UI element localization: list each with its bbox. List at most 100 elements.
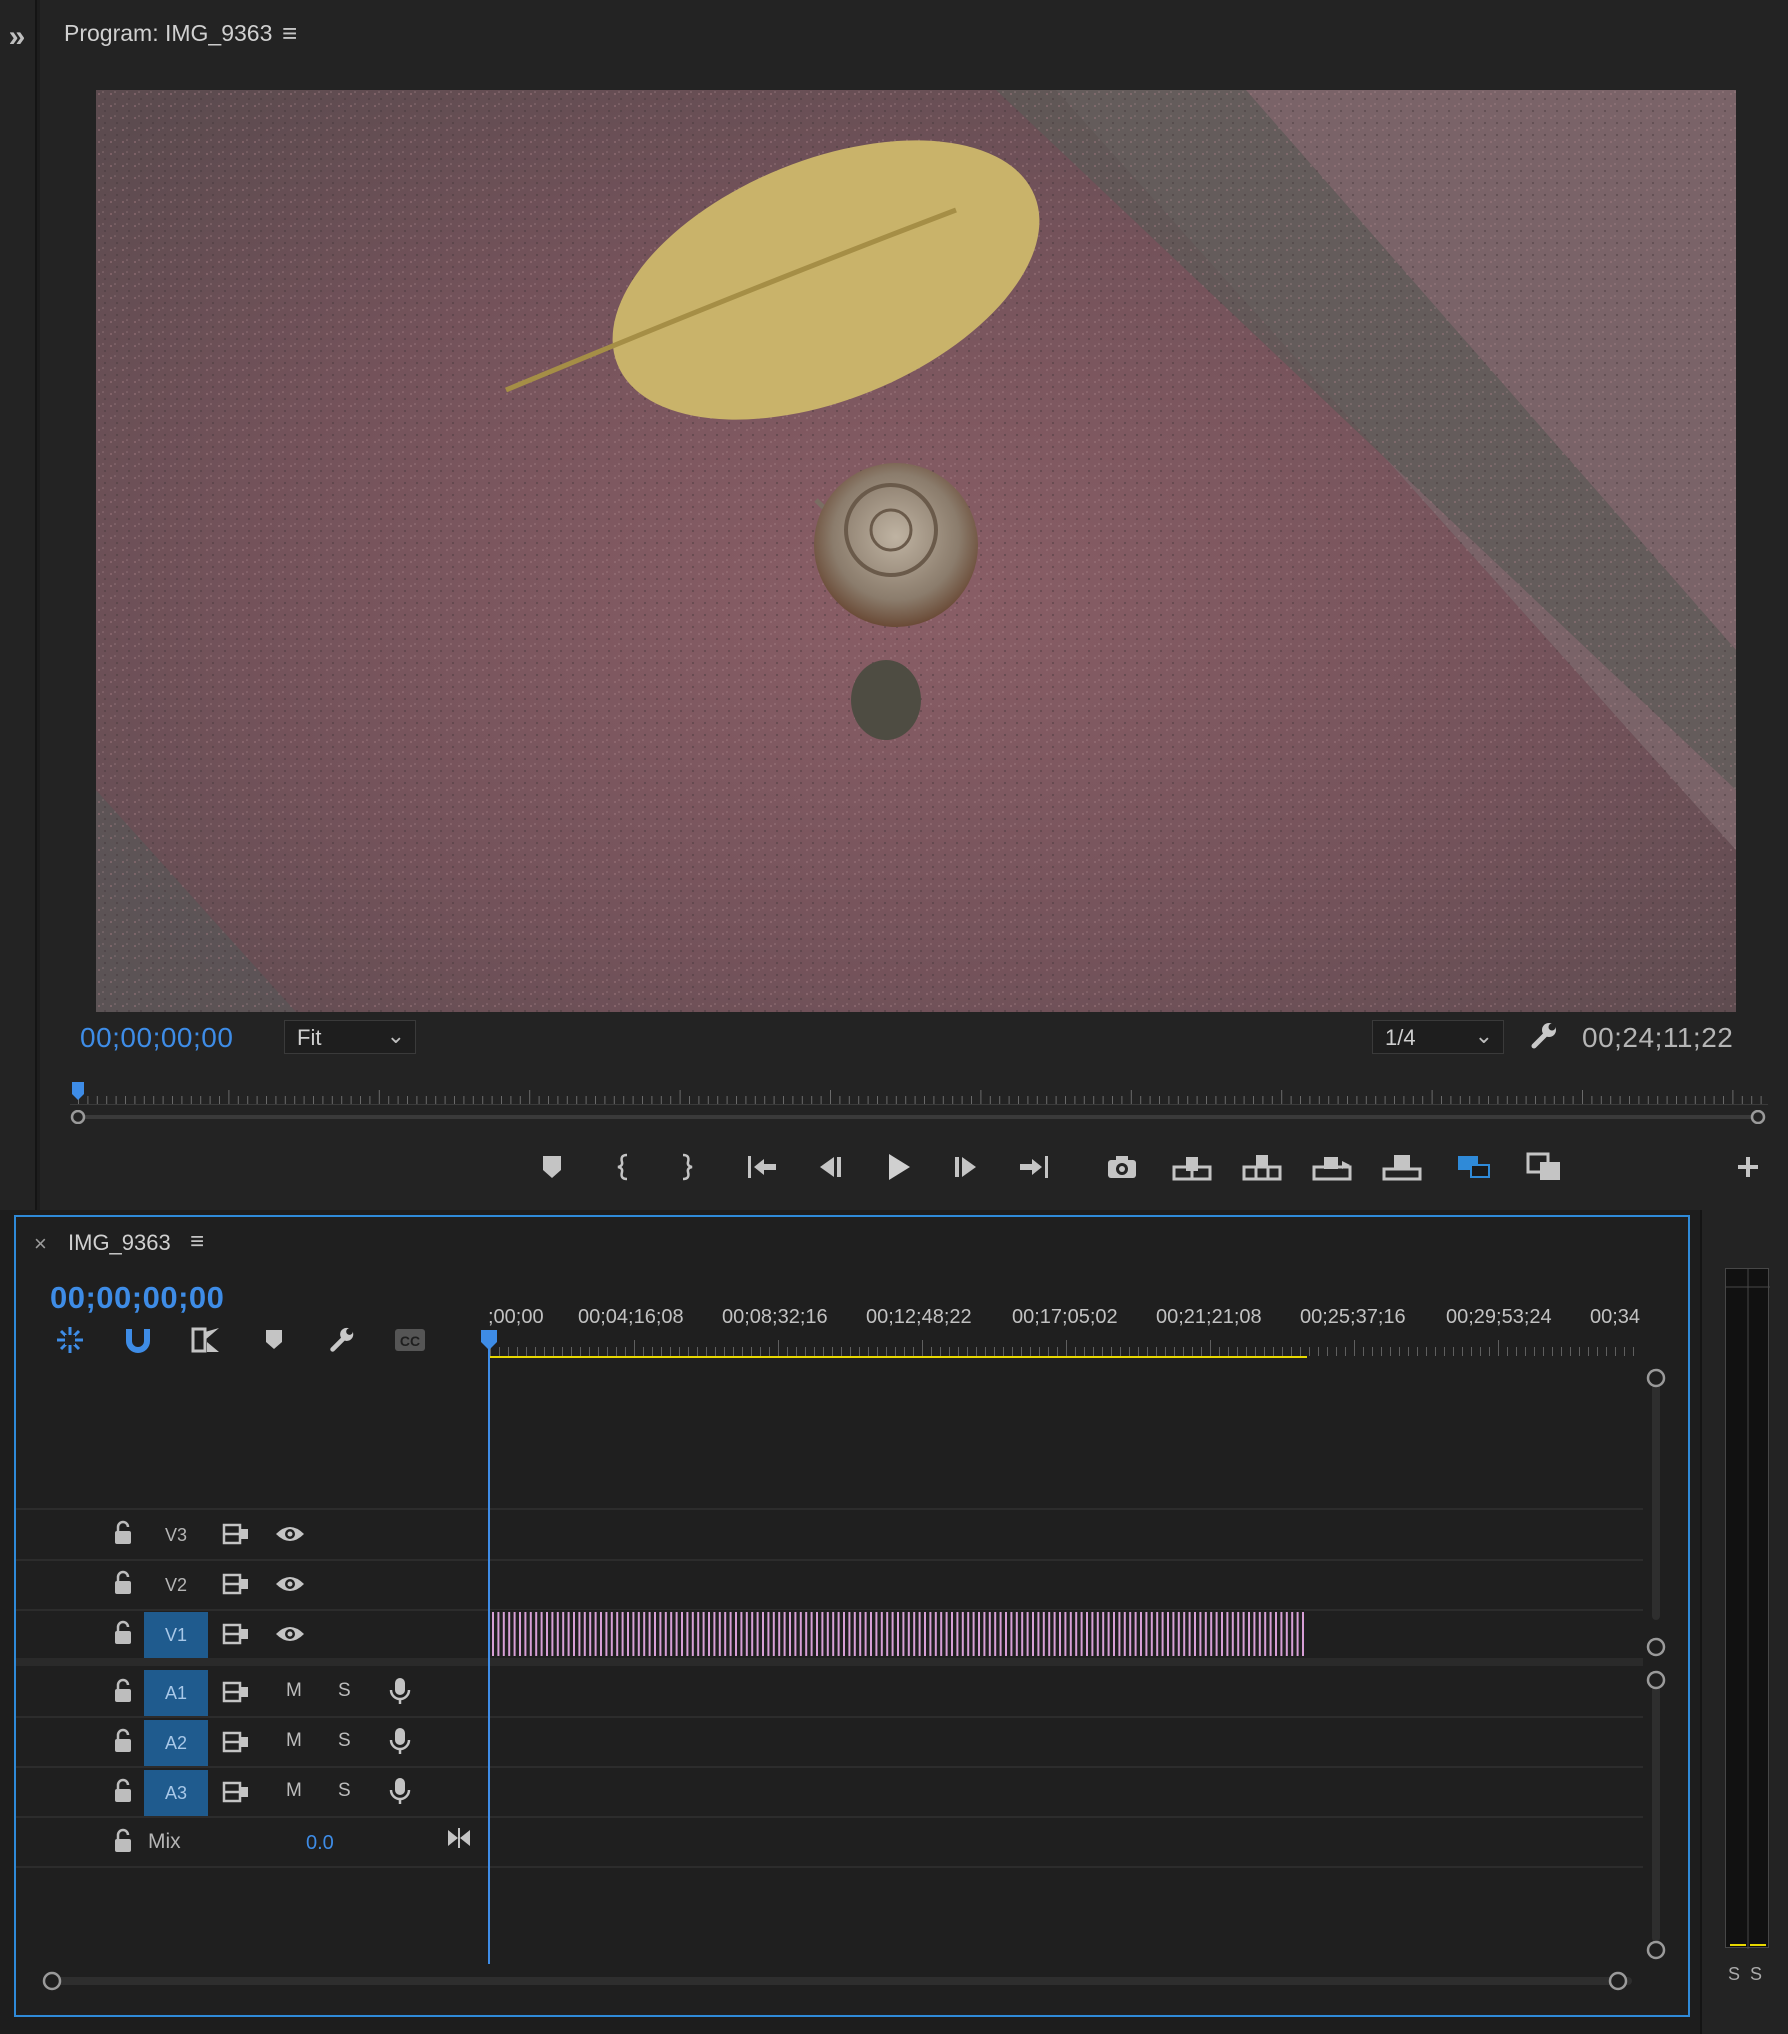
ruler-tick	[1619, 1096, 1621, 1104]
linked-selection-icon[interactable]	[188, 1322, 224, 1358]
ruler-tick	[1228, 1347, 1229, 1356]
add-button-icon[interactable]	[1726, 1145, 1770, 1189]
add-marker-icon[interactable]	[530, 1145, 574, 1189]
sync-lock-icon[interactable]	[222, 1622, 250, 1646]
ruler-label: 00;29;53;24	[1446, 1306, 1552, 1328]
ruler-tick	[303, 1096, 305, 1104]
panel-menu-icon[interactable]: ≡	[282, 18, 297, 49]
ruler-tick	[1168, 1096, 1170, 1104]
ruler-tick	[219, 1096, 220, 1104]
ruler-tick	[580, 1347, 581, 1356]
zoom-level-dropdown[interactable]: Fit ⌄	[284, 1020, 416, 1054]
track-name-v3[interactable]: V3	[144, 1512, 208, 1558]
unlock-icon[interactable]	[112, 1620, 134, 1646]
clip-frame-stripe	[1194, 1612, 1196, 1656]
panel-menu-icon[interactable]: ≡	[190, 1228, 204, 1256]
mark-in-icon[interactable]	[602, 1145, 646, 1189]
toggle-output-eye-icon[interactable]	[274, 1622, 306, 1646]
ruler-tick	[632, 1096, 634, 1104]
timeline-time-ruler[interactable]	[488, 1336, 1638, 1358]
timeline-current-timecode[interactable]: 00;00;00;00	[50, 1280, 224, 1316]
go-to-end-icon[interactable]	[446, 1826, 472, 1850]
solo-left-button[interactable]: S	[1728, 1964, 1740, 1985]
ruler-tick	[651, 1096, 653, 1104]
unlock-icon[interactable]	[112, 1828, 134, 1854]
step-back-icon[interactable]	[808, 1145, 852, 1189]
captions-cc-icon[interactable]: CC	[392, 1322, 428, 1358]
unlock-icon[interactable]	[112, 1678, 134, 1704]
export-frame-camera-icon[interactable]	[1100, 1145, 1144, 1189]
solo-button[interactable]: S	[338, 1780, 351, 1802]
sync-lock-icon[interactable]	[222, 1780, 250, 1804]
timeline-settings-wrench-icon[interactable]	[324, 1322, 360, 1358]
playhead-line[interactable]	[488, 1332, 490, 1964]
playback-resolution-dropdown[interactable]: 1/4 ⌄	[1372, 1020, 1504, 1054]
sync-lock-icon[interactable]	[222, 1680, 250, 1704]
vertical-scrollbar[interactable]	[1640, 1360, 1672, 1960]
comparison-view-icon[interactable]	[1452, 1145, 1496, 1189]
voiceover-mic-icon[interactable]	[388, 1776, 412, 1806]
go-to-in-icon[interactable]	[740, 1145, 784, 1189]
voiceover-mic-icon[interactable]	[388, 1726, 412, 1756]
clip-frame-stripe	[659, 1612, 662, 1656]
clip-frame-stripe	[967, 1612, 970, 1656]
sync-lock-icon[interactable]	[222, 1730, 250, 1754]
clip-frame-stripe	[789, 1612, 791, 1656]
solo-button[interactable]: S	[338, 1730, 351, 1752]
toggle-output-eye-icon[interactable]	[274, 1572, 306, 1596]
mute-button[interactable]: M	[286, 1780, 302, 1802]
close-icon[interactable]: ×	[34, 1231, 47, 1257]
program-time-ruler[interactable]	[70, 1082, 1768, 1106]
mute-button[interactable]: M	[286, 1680, 302, 1702]
sequence-tab-title[interactable]: IMG_9363	[68, 1230, 171, 1256]
unlock-icon[interactable]	[112, 1520, 134, 1546]
settings-wrench-icon[interactable]	[1528, 1020, 1560, 1052]
unlock-icon[interactable]	[112, 1778, 134, 1804]
safe-margins-icon[interactable]	[1522, 1145, 1566, 1189]
sync-lock-icon[interactable]	[222, 1522, 250, 1546]
clip-frame-stripe	[546, 1612, 548, 1656]
ruler-tick	[913, 1347, 914, 1356]
add-marker-icon[interactable]	[256, 1322, 292, 1358]
unlock-icon[interactable]	[112, 1728, 134, 1754]
timeline-track-area[interactable]	[488, 1360, 1643, 1964]
solo-right-button[interactable]: S	[1750, 1964, 1762, 1985]
clip-frame-stripe	[519, 1612, 521, 1656]
ruler-tick	[1255, 1347, 1256, 1356]
program-zoom-scrollbar[interactable]	[70, 1109, 1768, 1125]
horizontal-scrollbar[interactable]	[40, 1968, 1640, 1994]
clip-frame-stripe	[702, 1612, 705, 1656]
ruler-label: 00;17;05;02	[1012, 1306, 1118, 1328]
track-name-a3[interactable]: A3	[144, 1770, 208, 1816]
nest-sequence-icon[interactable]	[52, 1322, 88, 1358]
ruler-tick	[1112, 1096, 1113, 1104]
track-name-a1[interactable]: A1	[144, 1670, 208, 1716]
video-clip-v1[interactable]	[490, 1610, 1304, 1658]
sync-lock-icon[interactable]	[222, 1572, 250, 1596]
snap-magnet-icon[interactable]	[120, 1322, 156, 1358]
program-current-timecode[interactable]: 00;00;00;00	[80, 1022, 233, 1054]
expand-panels-icon[interactable]: »	[2, 22, 32, 52]
program-monitor-title[interactable]: Program: IMG_9363	[64, 20, 272, 47]
lift-icon[interactable]	[1170, 1145, 1214, 1189]
track-name-v1[interactable]: V1	[144, 1612, 208, 1658]
clip-frame-stripe	[675, 1612, 678, 1656]
go-to-out-icon[interactable]	[1012, 1145, 1056, 1189]
playhead-handle-icon[interactable]	[479, 1328, 499, 1352]
solo-button[interactable]: S	[338, 1680, 351, 1702]
mute-button[interactable]: M	[286, 1730, 302, 1752]
toggle-output-eye-icon[interactable]	[274, 1522, 306, 1546]
mix-volume-value[interactable]: 0.0	[306, 1832, 334, 1855]
play-icon[interactable]	[876, 1145, 920, 1189]
extract-icon[interactable]	[1240, 1145, 1284, 1189]
unlock-icon[interactable]	[112, 1570, 134, 1596]
overwrite-icon[interactable]	[1380, 1145, 1424, 1189]
track-name-v2[interactable]: V2	[144, 1562, 208, 1608]
insert-icon[interactable]	[1310, 1145, 1354, 1189]
step-forward-icon[interactable]	[944, 1145, 988, 1189]
track-name-a2[interactable]: A2	[144, 1720, 208, 1766]
voiceover-mic-icon[interactable]	[388, 1676, 412, 1706]
clip-frame-stripe	[1059, 1612, 1061, 1656]
ruler-tick	[1262, 1096, 1264, 1104]
mark-out-icon[interactable]	[664, 1145, 708, 1189]
